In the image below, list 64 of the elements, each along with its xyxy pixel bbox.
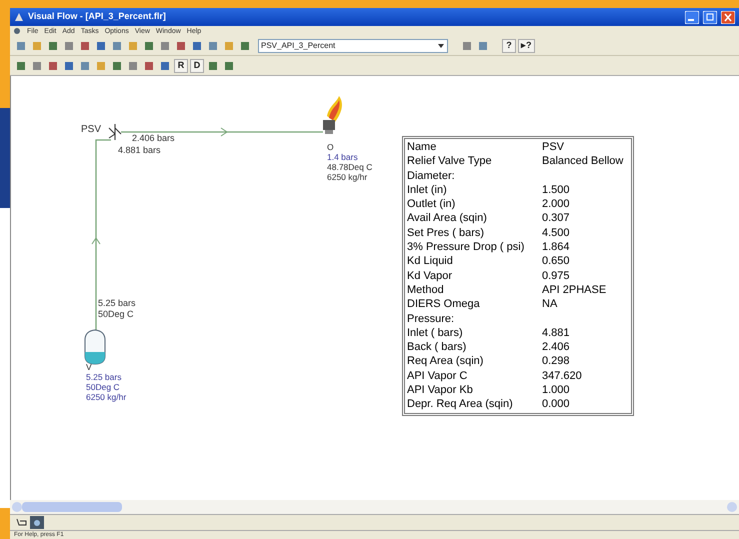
property-value: 347.620 [542, 368, 582, 384]
scrollbar-thumb[interactable] [22, 502, 122, 512]
minimize-icon[interactable] [685, 10, 699, 24]
stream-label: 5.25 bars [98, 298, 136, 308]
node-label: V [86, 362, 93, 372]
property-label: Method [407, 282, 445, 298]
property-label: Relief Valve Type [407, 154, 493, 169]
property-value: 0.307 [542, 211, 570, 226]
property-label: Back ( bars) [407, 340, 468, 354]
node-label: 50Deg C [86, 382, 121, 392]
property-value: PSV [542, 140, 564, 154]
help-button[interactable]: ? [502, 38, 516, 52]
property-label: Kd Vapor [407, 268, 454, 283]
maximize-icon[interactable] [703, 10, 717, 24]
property-label: API Vapor Kb [407, 383, 474, 398]
property-value: API 2PHASE [542, 282, 606, 298]
property-label: DIERS Omega [407, 297, 481, 312]
valve-icon [108, 124, 122, 140]
app-icon [14, 12, 24, 22]
stream-label: 2.406 bars [132, 133, 175, 144]
node-label: 48.78Deq C [327, 162, 372, 172]
tool-button[interactable]: D [190, 58, 204, 72]
vessel-icon [84, 330, 106, 364]
property-label: Set Pres ( bars) [407, 226, 486, 240]
property-value: 0.298 [542, 354, 570, 369]
property-value: NA [542, 297, 558, 312]
property-label: Pressure: [407, 312, 456, 326]
property-value: 0.975 [542, 268, 570, 283]
tool-button[interactable]: R [174, 58, 188, 72]
property-value: 4.500 [542, 226, 570, 240]
property-label: Name [407, 140, 438, 154]
property-label: Inlet ( bars) [407, 326, 464, 340]
property-value: 2.000 [542, 197, 570, 212]
property-label: Kd Liquid [407, 254, 454, 269]
property-value: Balanced Bellow [542, 154, 624, 169]
property-value: 0.000 [542, 397, 570, 412]
property-value: 2.406 [542, 340, 570, 354]
property-label: API Vapor C [407, 368, 468, 384]
property-value: 0.650 [542, 254, 570, 269]
property-label: Inlet (in) [407, 182, 448, 198]
property-label: Avail Area (sqin) [407, 211, 488, 226]
node-label: 5.25 bars [86, 372, 122, 382]
property-label: Req Area (sqin) [407, 354, 484, 369]
property-label: Depr. Req Area (sqin) [407, 397, 514, 412]
node-label: 6250 kg/hr [86, 392, 126, 402]
property-label: Diameter: [407, 168, 456, 183]
property-value: 4.881 [542, 326, 570, 340]
help-button[interactable]: ▸? [518, 38, 534, 52]
window-title: Visual Flow - [API_3_Percent.flr] [28, 10, 166, 24]
flare-icon [323, 96, 342, 134]
property-value: 1.864 [542, 240, 570, 254]
property-label: 3% Pressure Drop ( psi) [407, 240, 526, 254]
node-label: 1.4 bars [327, 152, 359, 162]
property-label: Outlet (in) [407, 197, 456, 212]
stream-label: 50Deg C [98, 308, 135, 319]
stream-label: 4.881 bars [118, 145, 161, 156]
unit-tag: PSV [81, 124, 102, 135]
close-icon[interactable] [721, 10, 735, 24]
flowsheet-dropdown[interactable]: PSV_API_3_Percent [258, 38, 448, 52]
node-label: O [327, 142, 335, 152]
caret-icon [438, 44, 444, 48]
property-value: 1.500 [542, 182, 570, 198]
node-label: 6250 kg/hr [327, 172, 368, 182]
property-value: 1.000 [542, 383, 570, 398]
